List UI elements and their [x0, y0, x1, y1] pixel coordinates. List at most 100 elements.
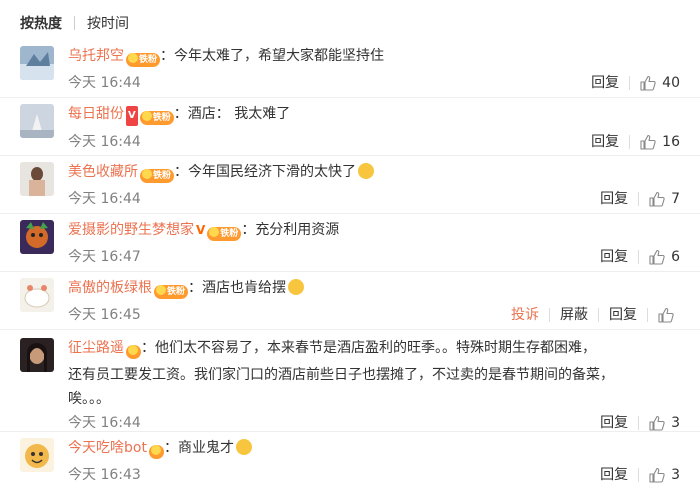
- fan-badge-label: 铁粉: [220, 229, 239, 239]
- comment-time: 今天 16:44: [68, 191, 141, 207]
- fan-badge-label: 铁粉: [139, 55, 158, 65]
- username[interactable]: 美色收藏所: [68, 164, 138, 180]
- comment-item: 征尘路遥 ：他们太不容易了，本来春节是酒店盈利的旺季。。特殊时期生存都困难， 还有…: [0, 330, 700, 432]
- fan-badge-label: 铁粉: [167, 287, 186, 297]
- crown-icon: [141, 111, 152, 121]
- avatar[interactable]: [20, 162, 54, 196]
- sad-emoji-icon: [358, 163, 375, 179]
- colon: ：: [188, 280, 203, 296]
- like-button[interactable]: 40: [630, 73, 680, 93]
- fan-badge: 铁粉: [140, 169, 175, 183]
- crown-icon: [142, 169, 152, 179]
- colon: ：: [141, 340, 155, 356]
- fan-badge: 铁粉: [139, 111, 174, 125]
- crown-icon: [156, 285, 166, 295]
- like-button[interactable]: 3: [639, 465, 680, 485]
- avatar[interactable]: [20, 438, 54, 472]
- comment-text: 酒店也肯给摆: [202, 280, 287, 296]
- comment-item: 爱摄影的野生梦想家 V 铁粉 ：充分利用资源 今天 16:47 回复 6: [0, 214, 700, 272]
- laughing-emoji-icon: [235, 439, 252, 455]
- avatar[interactable]: [20, 338, 54, 372]
- like-count: 7: [671, 191, 680, 207]
- verified-icon: V: [126, 106, 138, 126]
- like-button[interactable]: 3: [639, 413, 680, 433]
- thumbs-up-icon: [658, 307, 674, 323]
- comment-text: 充分利用资源: [255, 222, 340, 238]
- like-button[interactable]: 6: [639, 247, 680, 267]
- comment-time: 今天 16:44: [68, 134, 141, 150]
- comment-item: 美色收藏所 铁粉 ：今年国民经济下滑的太快了 今天 16:44 回复 7: [0, 156, 700, 214]
- fan-badge: 铁粉: [126, 53, 161, 67]
- thumbs-up-icon: [649, 249, 665, 265]
- reply-button[interactable]: 回复: [581, 73, 629, 93]
- avatar[interactable]: [20, 220, 54, 254]
- like-count: 40: [662, 75, 680, 91]
- avatar[interactable]: [20, 104, 54, 138]
- thumbs-up-icon: [640, 75, 656, 91]
- comment-time: 今天 16:44: [68, 75, 141, 91]
- colon: ：: [174, 164, 189, 180]
- fan-badge-label: 铁粉: [153, 171, 172, 181]
- colon: ：: [163, 440, 178, 456]
- like-count: 6: [671, 249, 680, 265]
- comment-text: 今年太难了，希望大家都能坚持住: [174, 48, 385, 64]
- thumbs-up-icon: [640, 134, 656, 150]
- username[interactable]: 爱摄影的野生梦想家: [68, 222, 194, 238]
- avatar[interactable]: [20, 278, 54, 312]
- tab-by-popularity[interactable]: 按热度: [20, 13, 62, 33]
- comment-item: 今天吃啥bot ：商业鬼才 今天 16:43 回复 3: [0, 432, 700, 496]
- comment-list: 乌托邦空铁粉：今年太难了，希望大家都能坚持住 今天 16:44 回复 40: [0, 46, 700, 496]
- cat-emoji-icon: [288, 279, 305, 295]
- comment-text-line2: 还有员工要发工资。我们家门口的酒店前些日子也摆摊了，不过卖的是春节期间的备菜，: [68, 367, 614, 383]
- reply-button[interactable]: 回复: [599, 305, 647, 325]
- comment-item: 高傲的板绿根 铁粉 ：酒店也肯给摆 今天 16:45 投诉 屏蔽 回复: [0, 272, 700, 330]
- comment-text: 商业鬼才: [177, 440, 234, 456]
- username[interactable]: 今天吃啥bot: [68, 440, 147, 456]
- comment-time: 今天 16:45: [68, 307, 141, 323]
- comment-time: 今天 16:44: [68, 415, 141, 431]
- thumbs-up-icon: [649, 467, 665, 483]
- username[interactable]: 高傲的板绿根: [68, 280, 152, 296]
- like-count: 3: [671, 467, 680, 483]
- fan-badge: 铁粉: [154, 285, 189, 299]
- like-button[interactable]: 7: [639, 189, 680, 209]
- sort-tabs: 按热度 按时间: [0, 0, 700, 46]
- comment-text-line3: 唉。。。: [68, 391, 110, 407]
- fan-badge: [126, 345, 141, 359]
- crown-icon: [150, 445, 161, 455]
- crown-icon: [128, 345, 138, 355]
- block-button[interactable]: 屏蔽: [550, 305, 598, 325]
- like-count: 3: [671, 415, 680, 431]
- crown-icon: [209, 227, 220, 237]
- comment-text: 今年国民经济下滑的太快了: [188, 164, 357, 180]
- reply-button[interactable]: 回复: [581, 132, 629, 152]
- reply-button[interactable]: 回复: [590, 189, 638, 209]
- comment-time: 今天 16:43: [68, 467, 141, 483]
- avatar[interactable]: [20, 46, 54, 80]
- comment-text: 酒店： 我太难了: [187, 106, 291, 122]
- colon: ：: [241, 222, 256, 238]
- like-button[interactable]: [648, 307, 680, 323]
- reply-button[interactable]: 回复: [590, 413, 638, 433]
- username[interactable]: 乌托邦空: [68, 48, 124, 64]
- reply-button[interactable]: 回复: [590, 465, 638, 485]
- fan-badge: 铁粉: [207, 227, 242, 241]
- thumbs-up-icon: [649, 415, 665, 431]
- colon: ：: [160, 48, 175, 64]
- fan-badge-label: 铁粉: [152, 113, 171, 123]
- like-count: 16: [662, 134, 680, 150]
- tab-by-time[interactable]: 按时间: [87, 13, 129, 33]
- like-button[interactable]: 16: [630, 132, 680, 152]
- thumbs-up-icon: [649, 191, 665, 207]
- username[interactable]: 每日甜份: [68, 106, 124, 122]
- reply-button[interactable]: 回复: [590, 247, 638, 267]
- fan-badge: [148, 445, 164, 459]
- tab-divider: [74, 16, 75, 30]
- crown-icon: [128, 53, 138, 63]
- comment-time: 今天 16:47: [68, 249, 141, 265]
- colon: ：: [173, 106, 188, 122]
- comment-text: 他们太不容易了，本来春节是酒店盈利的旺季。。特殊时期生存都困难，: [155, 340, 596, 356]
- comment-item: 乌托邦空 铁粉 ：今年太难了，希望大家都能坚持住 今天 16:44 回复 40: [0, 46, 700, 98]
- report-button[interactable]: 投诉: [501, 305, 549, 325]
- username[interactable]: 征尘路遥: [68, 340, 124, 356]
